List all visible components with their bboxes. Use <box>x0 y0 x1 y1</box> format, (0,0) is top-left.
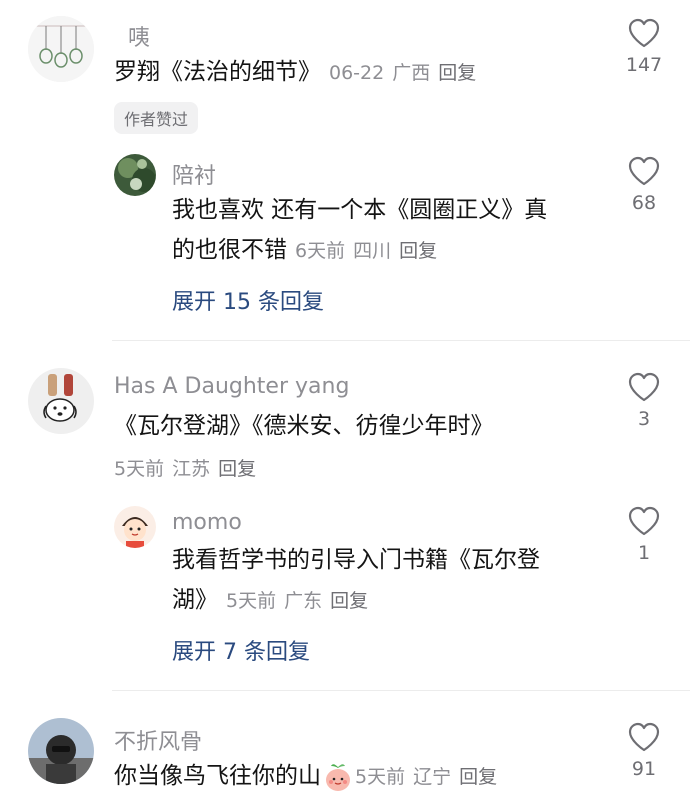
comment-meta: 06-22 广西 回复 <box>321 62 476 84</box>
reply-button[interactable]: 回复 <box>218 458 256 480</box>
reply-body: 湖》 <box>172 587 218 613</box>
comment-date: 5天前 <box>355 766 406 788</box>
reply-button[interactable]: 回复 <box>399 240 437 262</box>
heart-icon <box>628 156 660 186</box>
reply-date: 6天前 <box>295 240 346 262</box>
avatar-image <box>28 16 94 82</box>
comment-date: 5天前 <box>114 458 165 480</box>
comment-meta: 5天前 辽宁 回复 <box>355 766 497 788</box>
like-count: 1 <box>637 542 651 564</box>
like-button[interactable]: 147 <box>614 18 674 76</box>
comment-text: 你当像鸟飞往你的山 5天前 辽宁 回复 <box>114 756 497 797</box>
like-count: 91 <box>631 758 657 780</box>
like-count: 147 <box>625 54 663 76</box>
comment-item: 不折风骨 你当像鸟飞往你的山 5天前 辽宁 回复 91 <box>0 704 690 808</box>
heart-icon <box>628 18 660 48</box>
comment-meta: 5天前 江苏 回复 <box>114 454 256 481</box>
reply-location: 四川 <box>353 240 392 262</box>
like-count: 68 <box>631 192 657 214</box>
reply-text-line: 我也喜欢 还有一个本《圆圈正义》真 <box>172 197 548 223</box>
reply-username[interactable]: 陪衬 <box>172 158 216 190</box>
heart-icon <box>628 506 660 536</box>
peach-face-emoji <box>326 763 350 791</box>
reply-date: 5天前 <box>226 590 277 612</box>
reply-location: 广东 <box>284 590 323 612</box>
like-button[interactable]: 3 <box>614 372 674 430</box>
reply-button[interactable]: 回复 <box>438 62 476 84</box>
avatar[interactable] <box>114 506 156 548</box>
comment-body: 你当像鸟飞往你的山 <box>114 763 321 789</box>
comment-item: Has A Daughter yang 《瓦尔登湖》《德米安、彷徨少年时》 5天… <box>0 354 690 690</box>
avatar[interactable] <box>28 16 94 82</box>
heart-icon <box>628 722 660 752</box>
avatar-image <box>114 154 156 196</box>
avatar[interactable] <box>28 368 94 434</box>
comment-username[interactable]: 咦 <box>128 20 150 52</box>
comment-location: 辽宁 <box>413 766 452 788</box>
avatar[interactable] <box>28 718 94 784</box>
comment-username[interactable]: 不折风骨 <box>114 724 202 756</box>
like-count: 3 <box>637 408 651 430</box>
heart-icon <box>628 372 660 402</box>
like-button[interactable]: 68 <box>614 156 674 214</box>
divider <box>112 340 690 341</box>
reply-username[interactable]: momo <box>172 510 242 535</box>
expand-replies-button[interactable]: 展开 7 条回复 <box>172 634 310 666</box>
reply-text: 湖》 5天前 广东 回复 <box>172 580 368 621</box>
divider <box>112 690 690 691</box>
comment-text: 《瓦尔登湖》《德米安、彷徨少年时》 <box>114 413 494 439</box>
comment-location: 广西 <box>392 62 431 84</box>
comment-item: 咦 罗翔《法治的细节》 06-22 广西 回复 147 作者赞过 陪衬 我也喜欢 还有… <box>0 0 690 340</box>
reply-text-line: 我看哲学书的引导入门书籍《瓦尔登 <box>172 547 540 573</box>
comment-date: 06-22 <box>329 62 385 84</box>
avatar-image <box>28 368 94 434</box>
like-button[interactable]: 91 <box>614 722 674 780</box>
reply-button[interactable]: 回复 <box>459 766 497 788</box>
reply-button[interactable]: 回复 <box>330 590 368 612</box>
avatar[interactable] <box>114 154 156 196</box>
reply-meta: 6天前 四川 回复 <box>287 240 437 262</box>
avatar-image <box>114 506 156 548</box>
reply-meta: 5天前 广东 回复 <box>218 590 368 612</box>
comment-username[interactable]: Has A Daughter yang <box>114 374 349 399</box>
expand-replies-button[interactable]: 展开 15 条回复 <box>172 284 324 316</box>
avatar-image <box>28 718 94 784</box>
reply-text: 的也很不错 6天前 四川 回复 <box>172 230 437 271</box>
comment-body: 罗翔《法治的细节》 <box>114 59 321 85</box>
author-liked-badge: 作者赞过 <box>114 102 199 134</box>
comment-location: 江苏 <box>172 458 211 480</box>
like-button[interactable]: 1 <box>614 506 674 564</box>
reply-body: 的也很不错 <box>172 237 287 263</box>
comment-text: 罗翔《法治的细节》 06-22 广西 回复 <box>114 52 476 93</box>
